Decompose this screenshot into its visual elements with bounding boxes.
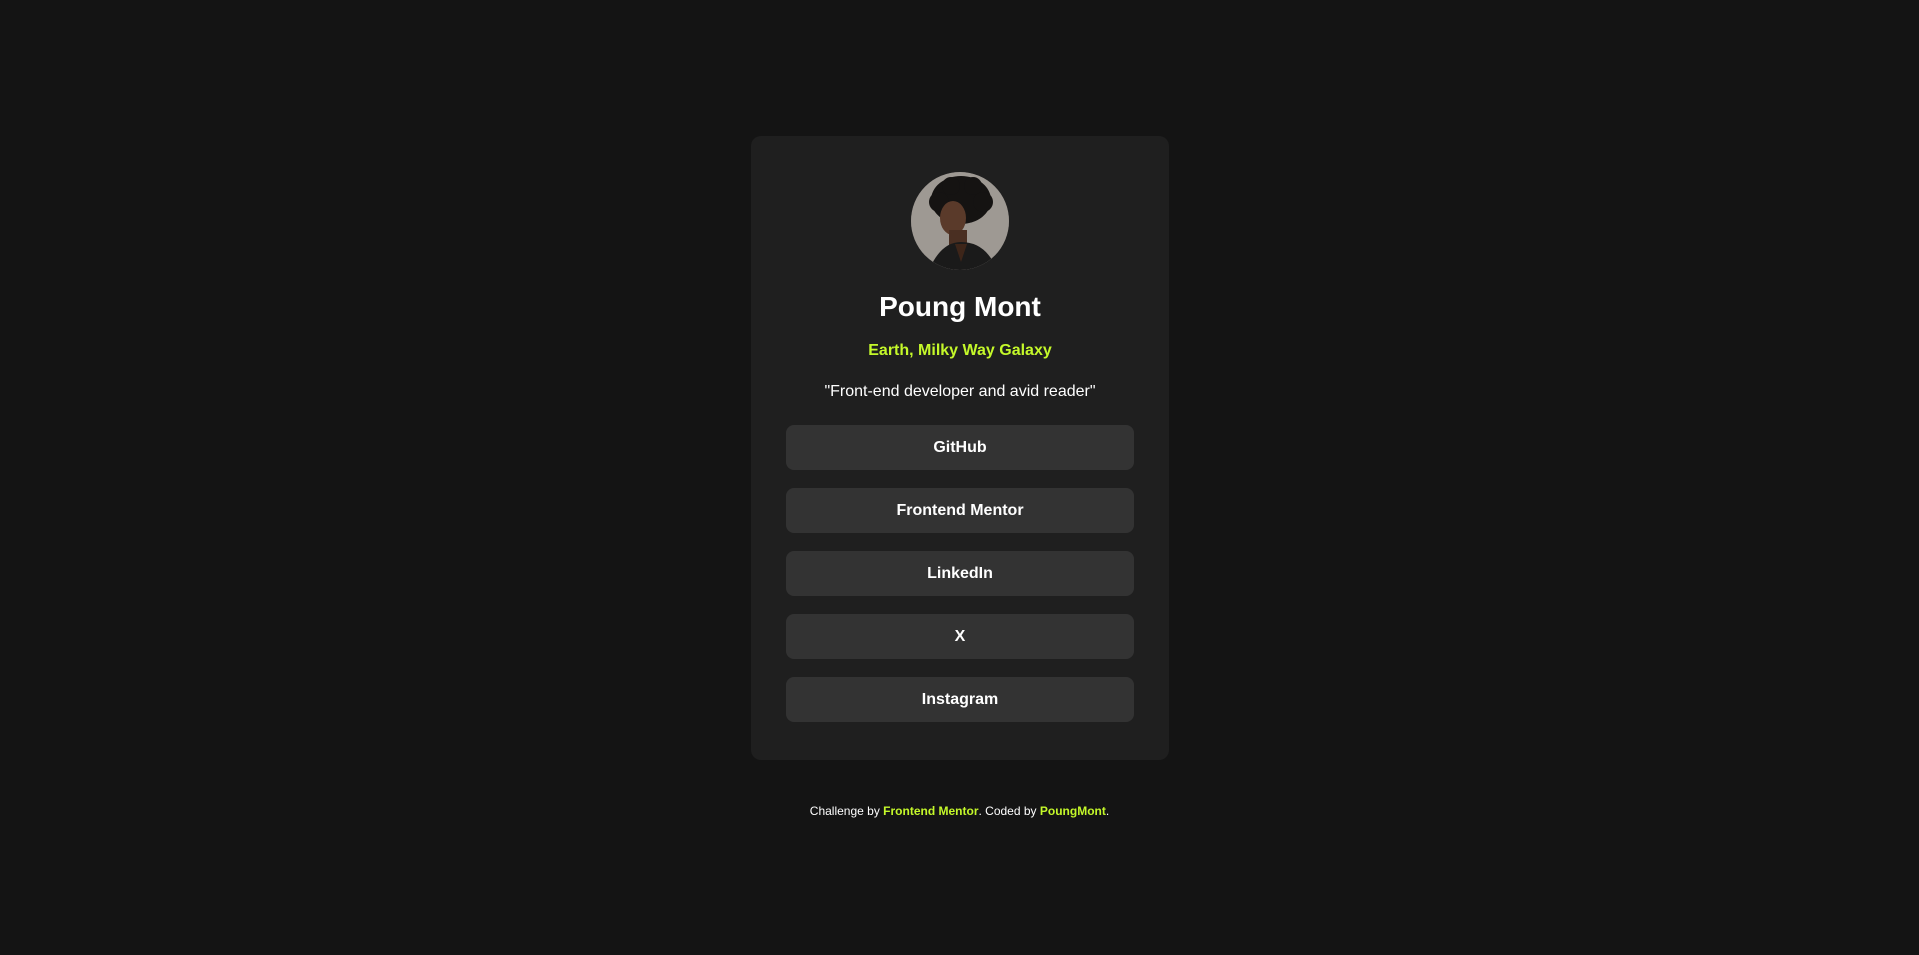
footer-prefix: Challenge by [809, 804, 884, 818]
footer-suffix: . [1105, 804, 1110, 818]
profile-location: Earth, Milky Way Galaxy [868, 342, 1052, 359]
avatar [911, 172, 1009, 270]
author-footer-link[interactable]: PoungMont [1040, 804, 1106, 818]
attribution-footer: Challenge by Frontend Mentor. Coded by P… [0, 803, 1919, 819]
profile-bio: "Front-end developer and avid reader" [824, 383, 1096, 400]
avatar-image [911, 172, 1009, 270]
x-link-button[interactable]: X [786, 614, 1134, 659]
instagram-link-button[interactable]: Instagram [786, 677, 1134, 722]
frontend-mentor-link-button[interactable]: Frontend Mentor [786, 488, 1134, 533]
linkedin-link-button[interactable]: LinkedIn [786, 551, 1134, 596]
profile-card: Poung Mont Earth, Milky Way Galaxy "Fron… [751, 136, 1169, 760]
social-links: GitHub Frontend Mentor LinkedIn X Instag… [786, 425, 1134, 722]
frontend-mentor-footer-link[interactable]: Frontend Mentor [883, 804, 978, 818]
profile-name: Poung Mont [879, 291, 1041, 322]
github-link-button[interactable]: GitHub [786, 425, 1134, 470]
footer-middle: . Coded by [978, 804, 1040, 818]
